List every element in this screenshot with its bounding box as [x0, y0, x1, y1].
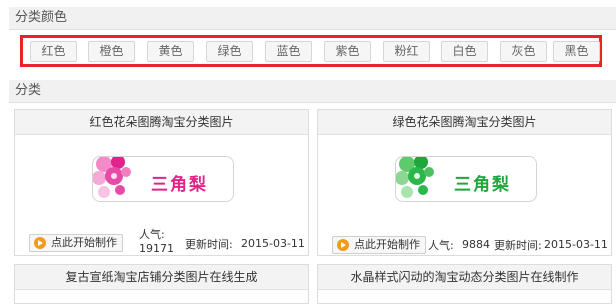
- category-section-title: 分类: [9, 80, 616, 103]
- color-button-orange[interactable]: 橙色: [88, 41, 135, 62]
- banner-text: 三角梨: [454, 175, 511, 195]
- color-button-green[interactable]: 绿色: [206, 41, 253, 62]
- color-button-yellow[interactable]: 黄色: [147, 41, 194, 62]
- popularity-value: 9884: [462, 238, 490, 251]
- play-icon: [34, 237, 46, 249]
- banner-text: 三角梨: [151, 175, 208, 195]
- color-button-white[interactable]: 白色: [441, 41, 488, 62]
- flower-icon: [396, 157, 434, 198]
- start-making-label: 点此开始制作: [51, 236, 117, 249]
- card-title[interactable]: 复古宣纸淘宝店铺分类图片在线生成: [15, 265, 308, 290]
- popularity-label: 人气:: [428, 239, 454, 252]
- template-preview-image[interactable]: 三角梨: [92, 156, 234, 202]
- play-icon: [337, 239, 349, 251]
- updated-value: 2015-03-11: [241, 237, 305, 250]
- template-card: 绿色花朵图腾淘宝分类图片 三角梨 点此开始制作 人气: 9884 更新时间: 2…: [317, 109, 612, 256]
- popularity-value: 19171: [139, 242, 174, 255]
- color-button-blue[interactable]: 蓝色: [265, 41, 312, 62]
- card-title[interactable]: 水晶样式闪动的淘宝动态分类图片在线制作: [318, 265, 611, 290]
- color-button-purple[interactable]: 紫色: [324, 41, 371, 62]
- color-button-gray[interactable]: 灰色: [500, 41, 547, 62]
- updated-value: 2015-03-11: [544, 238, 608, 251]
- start-making-label: 点此开始制作: [354, 238, 420, 251]
- updated-label: 更新时间:: [185, 238, 233, 251]
- color-filter-bar: 红色 橙色 黄色 绿色 蓝色 紫色 粉红 白色 灰色 黑色: [20, 35, 602, 67]
- color-button-red[interactable]: 红色: [30, 41, 77, 62]
- start-making-button[interactable]: 点此开始制作: [29, 234, 123, 252]
- card-title[interactable]: 绿色花朵图腾淘宝分类图片: [318, 110, 611, 135]
- template-card: 水晶样式闪动的淘宝动态分类图片在线制作: [317, 264, 612, 304]
- color-button-pink[interactable]: 粉红: [383, 41, 430, 62]
- card-title[interactable]: 红色花朵图腾淘宝分类图片: [15, 110, 308, 135]
- color-section-title: 分类颜色: [9, 7, 616, 30]
- color-button-black[interactable]: 黑色: [553, 41, 600, 62]
- flower-icon: [93, 157, 131, 198]
- start-making-button[interactable]: 点此开始制作: [332, 236, 426, 254]
- template-card: 红色花朵图腾淘宝分类图片 三角梨 点此开始制作 人气: 19171 更新时间: …: [14, 109, 309, 256]
- template-card: 复古宣纸淘宝店铺分类图片在线生成: [14, 264, 309, 304]
- popularity-label: 人气:: [139, 228, 165, 241]
- template-preview-image[interactable]: 三角梨: [395, 156, 537, 202]
- updated-label: 更新时间:: [494, 239, 542, 252]
